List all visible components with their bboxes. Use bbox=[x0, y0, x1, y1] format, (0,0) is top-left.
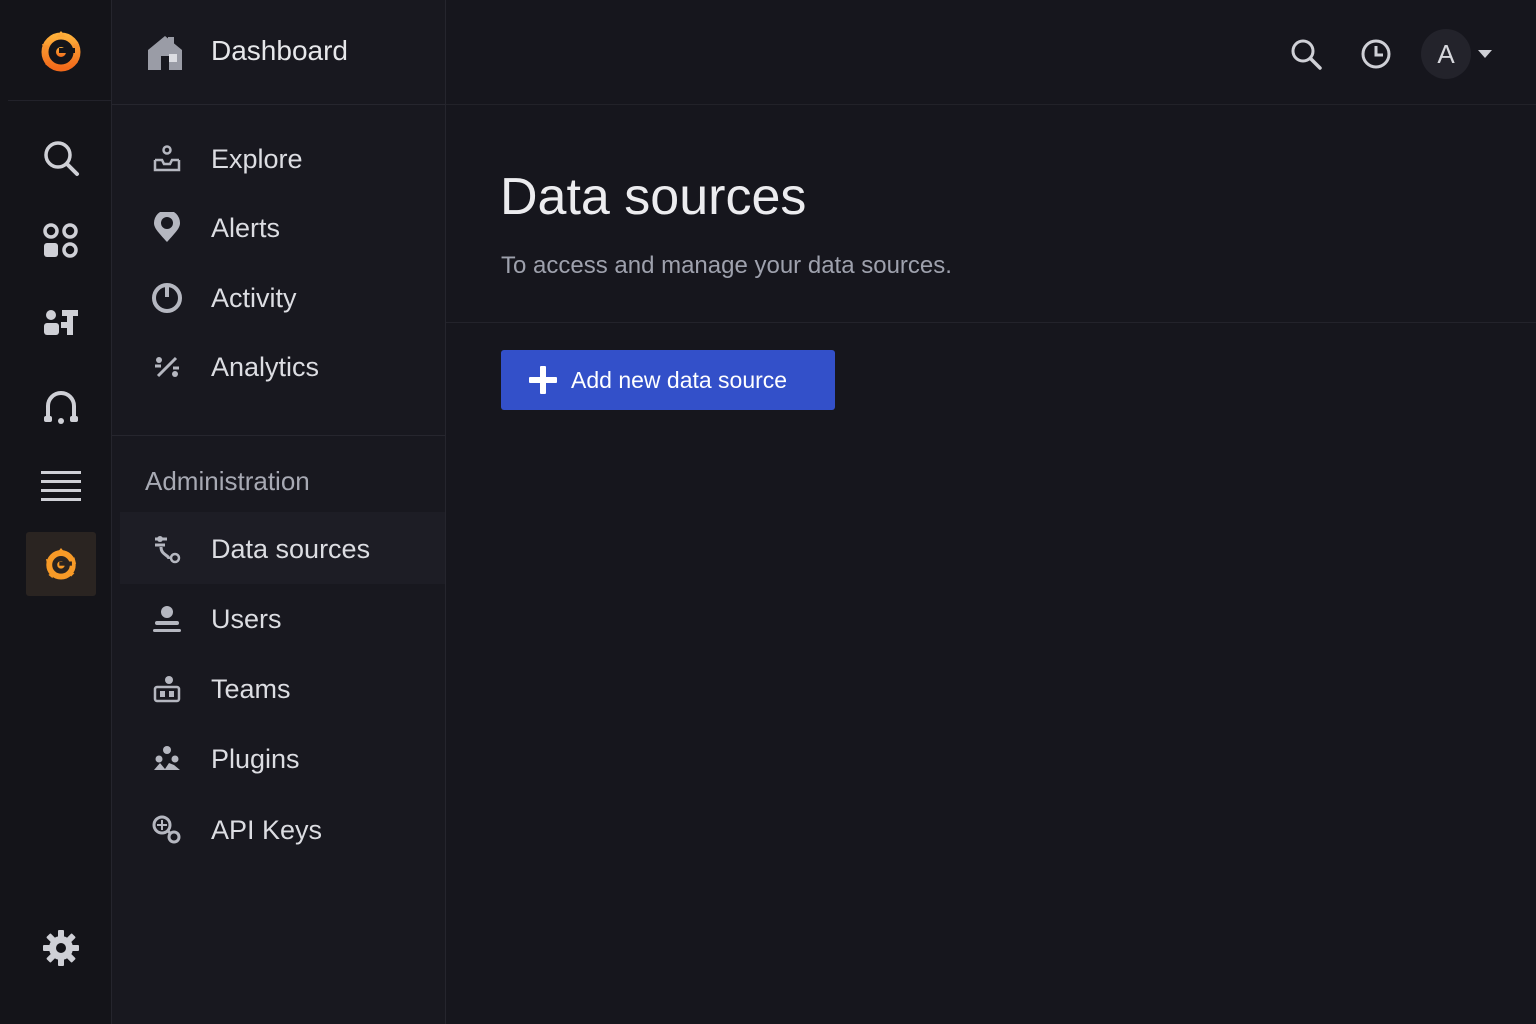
nav-item-label: Activity bbox=[211, 283, 297, 313]
page-subtitle: To access and manage your data sources. bbox=[501, 252, 952, 279]
add-data-source-button[interactable]: Add new data source bbox=[501, 350, 835, 410]
nav-item-label: Plugins bbox=[211, 744, 300, 774]
nav-item-teams[interactable]: Teams bbox=[112, 660, 445, 718]
explore-icon bbox=[150, 144, 184, 174]
nav-item-label: Data sources bbox=[211, 534, 371, 564]
analytics-icon bbox=[150, 352, 184, 382]
page-title: Data sources bbox=[500, 168, 807, 226]
nav-header: Dashboard bbox=[112, 0, 445, 105]
nav-item-plugins[interactable]: Plugins bbox=[112, 730, 445, 788]
menu-icon[interactable] bbox=[34, 459, 88, 513]
add-data-source-label: Add new data source bbox=[571, 367, 788, 393]
alerting-icon[interactable] bbox=[34, 379, 88, 433]
nav-item-api-keys[interactable]: API Keys bbox=[112, 801, 445, 859]
nav-item-explore[interactable]: Explore bbox=[112, 130, 445, 188]
nav-item-label: Teams bbox=[211, 674, 291, 704]
history-clock-icon[interactable] bbox=[1359, 37, 1393, 71]
side-nav: Dashboard Explore Alerts Activity Analyt… bbox=[112, 0, 446, 1024]
nav-section-title: Administration bbox=[145, 466, 310, 496]
nav-item-alerts[interactable]: Alerts bbox=[112, 199, 445, 257]
topbar-divider bbox=[446, 104, 1536, 105]
api-keys-icon bbox=[150, 815, 184, 845]
top-search-icon[interactable] bbox=[1289, 37, 1323, 71]
nav-item-label: Alerts bbox=[211, 213, 281, 243]
home-icon[interactable] bbox=[146, 32, 184, 72]
nav-item-data-sources[interactable]: Data sources bbox=[112, 520, 445, 578]
avatar[interactable]: A bbox=[1421, 29, 1471, 79]
grafana-logo-icon[interactable] bbox=[36, 26, 86, 76]
data-sources-icon bbox=[150, 534, 184, 564]
nav-item-activity[interactable]: Activity bbox=[112, 269, 445, 327]
nav-header-title[interactable]: Dashboard bbox=[211, 35, 348, 67]
settings-icon[interactable] bbox=[34, 921, 88, 975]
users-icon bbox=[150, 604, 184, 634]
plus-icon bbox=[528, 365, 558, 395]
alerts-icon bbox=[150, 212, 184, 243]
chevron-down-icon[interactable] bbox=[1478, 50, 1492, 58]
nav-item-users[interactable]: Users bbox=[112, 590, 445, 648]
nav-item-label: Analytics bbox=[211, 352, 320, 382]
nav-item-analytics[interactable]: Analytics bbox=[112, 338, 445, 396]
apps-icon[interactable] bbox=[34, 297, 88, 351]
rail-divider bbox=[8, 100, 111, 101]
nav-item-label: Users bbox=[211, 604, 282, 634]
grafana-active-icon[interactable] bbox=[34, 537, 88, 591]
search-icon[interactable] bbox=[34, 131, 88, 185]
teams-icon bbox=[150, 674, 184, 704]
icon-rail bbox=[0, 0, 112, 1024]
nav-divider bbox=[112, 435, 445, 436]
plugins-icon bbox=[150, 744, 184, 774]
content-divider bbox=[446, 322, 1536, 323]
nav-item-label: Explore bbox=[211, 144, 303, 174]
dashboards-icon[interactable] bbox=[34, 214, 88, 268]
activity-icon bbox=[150, 283, 184, 313]
nav-item-label: API Keys bbox=[211, 815, 323, 845]
